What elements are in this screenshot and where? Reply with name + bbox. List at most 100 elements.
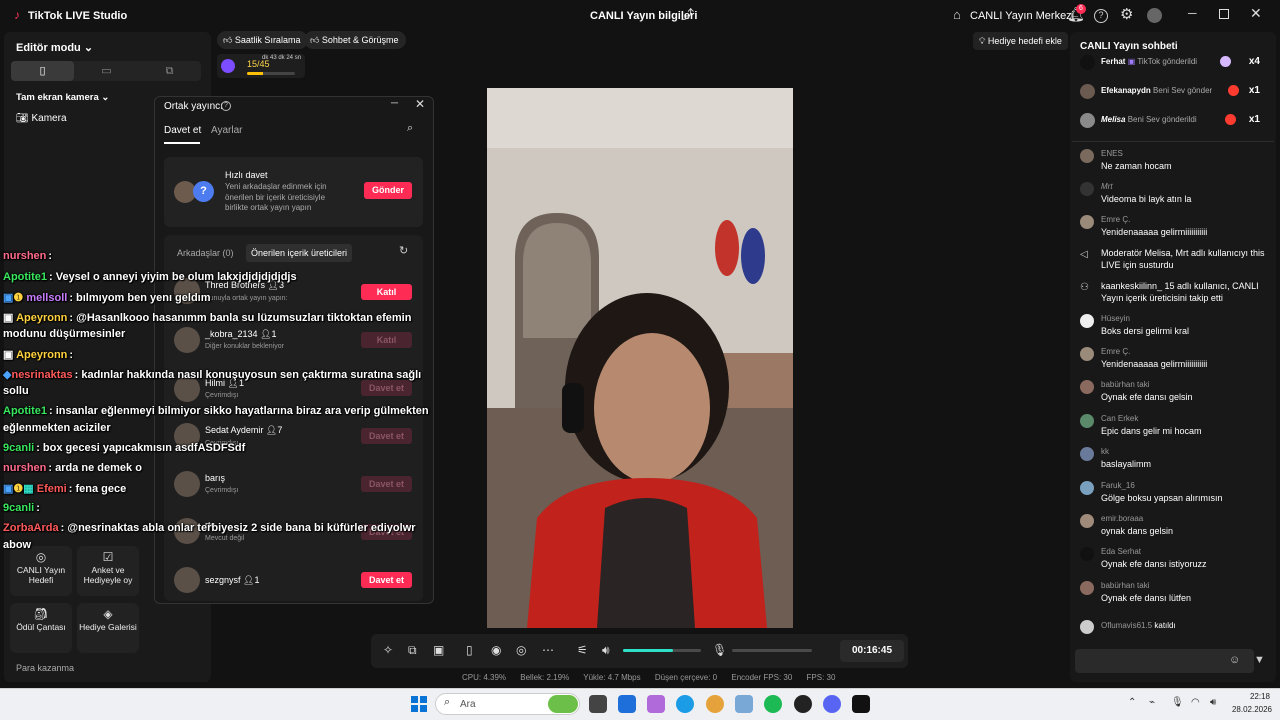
tab-friends[interactable]: Arkadaşlar (0): [177, 248, 234, 258]
search-icon[interactable]: ⌕: [407, 123, 413, 134]
hourly-progress-bar: [247, 72, 295, 75]
portrait-mode-tab[interactable]: ▯: [11, 61, 74, 81]
join-button[interactable]: Katıl: [361, 332, 412, 348]
tiktok-icon[interactable]: [852, 695, 870, 713]
layout-icon[interactable]: ▣: [433, 643, 444, 657]
invite-button[interactable]: Davet et: [361, 428, 412, 444]
settings-app-icon[interactable]: [735, 695, 753, 713]
magic-wand-icon[interactable]: ✧: [383, 643, 393, 657]
close-icon[interactable]: ✕: [1250, 6, 1262, 20]
tab-settings[interactable]: Ayarlar: [211, 125, 243, 136]
maximize-icon[interactable]: [1219, 9, 1229, 19]
close-icon[interactable]: ✕: [415, 98, 425, 110]
badge-icon: ▣: [3, 292, 14, 304]
gear-icon[interactable]: ⚙: [1120, 7, 1133, 22]
screen-share-icon[interactable]: ⧉: [408, 643, 417, 658]
outlook-icon[interactable]: [618, 695, 636, 713]
badge-icon: ▣: [1127, 57, 1136, 66]
gift-message: Melisa Beni Sev gönderildi x1: [1078, 110, 1260, 130]
send-invite-button[interactable]: Gönder: [364, 182, 412, 199]
add-gift-goal-button[interactable]: 💡︎ Hediye hedefi ekle: [973, 32, 1068, 50]
chevron-up-icon[interactable]: ⌃: [1128, 697, 1136, 708]
fullscreen-camera-dropdown[interactable]: Tam ekran kamera ⌄: [16, 92, 109, 103]
follow-icon: ⚇: [1080, 282, 1089, 293]
cohost-name: _kobra_2134 👤︎1: [205, 329, 277, 339]
windows-start-icon[interactable]: [411, 696, 427, 712]
cohost-name: sezgnysf 👤︎1: [205, 575, 260, 585]
fps-stat: FPS: 30: [806, 673, 836, 682]
help-icon[interactable]: ?: [1094, 9, 1108, 23]
microphone-slider[interactable]: [732, 649, 812, 652]
invite-button[interactable]: Davet et: [361, 380, 412, 396]
emoji-icon[interactable]: ☺: [1229, 655, 1240, 666]
hourly-rank-pill[interactable]: 👍︎ Saatlik Sıralama: [217, 31, 309, 49]
overlay-chat-message: ▣ Apeyronn: @Hasanlkooo hasanımm banla s…: [3, 312, 412, 324]
camera-source[interactable]: 📷︎ Kamera: [16, 113, 67, 124]
discord-icon[interactable]: [823, 695, 841, 713]
heart-gift-icon: [1228, 85, 1239, 96]
tab-suggested-creators[interactable]: Önerilen içerik üreticileri: [246, 244, 353, 262]
gift-gallery-tool[interactable]: ◈ Hediye Galerisi: [77, 603, 139, 653]
edge-icon[interactable]: [676, 695, 694, 713]
split-mode-tab[interactable]: ⧉: [138, 61, 201, 81]
chrome-icon[interactable]: [706, 695, 724, 713]
editor-mode-dropdown[interactable]: Editör modu ⌄: [16, 41, 93, 54]
invite-button[interactable]: Davet et: [361, 476, 412, 492]
question-mark-icon: ?: [193, 181, 214, 202]
landscape-mode-tab[interactable]: ▭: [75, 61, 138, 81]
record-icon[interactable]: ◉: [491, 643, 501, 657]
speaker-icon[interactable]: 🔊︎: [1210, 697, 1216, 708]
microphone-icon[interactable]: 🎙︎: [712, 643, 727, 657]
help-icon[interactable]: ?: [221, 101, 231, 111]
adjust-icon[interactable]: ⚟: [577, 643, 588, 657]
spotify-icon[interactable]: [764, 695, 782, 713]
invite-button[interactable]: Davet et: [361, 572, 412, 588]
overlay-chat-message: ZorbaArda: @nesrinaktas abla onlar terbi…: [3, 522, 416, 534]
filter-icon[interactable]: ▼: [1254, 655, 1265, 666]
minimize-icon[interactable]: ─: [1188, 7, 1197, 19]
avatar: [1080, 581, 1094, 595]
minimize-icon[interactable]: ─: [391, 99, 398, 109]
live-goal-tool[interactable]: ◎ CANLI Yayın Hedefi: [10, 546, 72, 596]
level-badge-icon: ❶: [13, 483, 24, 495]
copilot-icon[interactable]: [647, 695, 665, 713]
chat-meet-pill[interactable]: 👍︎ Sohbet & Görüşme: [304, 31, 407, 49]
network-icon[interactable]: ⌁: [1149, 697, 1155, 708]
clock-date[interactable]: 28.02.2026: [1228, 705, 1272, 714]
live-center-button[interactable]: CANLI Yayın Merkezi: [970, 10, 1074, 22]
poll-tool[interactable]: ☑ Anket ve Hediyeyle oy: [77, 546, 139, 596]
avatar: [1080, 620, 1094, 634]
clock-time[interactable]: 22:18: [1240, 692, 1270, 701]
microphone-icon[interactable]: 🎙︎: [1171, 697, 1184, 708]
volume-icon[interactable]: 🔊︎: [602, 643, 610, 658]
home-icon[interactable]: ⌂: [953, 8, 961, 21]
camera-feed-image: [487, 88, 793, 628]
weather-widget-icon[interactable]: [548, 695, 578, 713]
volume-slider[interactable]: [623, 649, 701, 652]
refresh-icon[interactable]: ↻: [399, 246, 408, 257]
gift-message: Ferhat ▣ TikTok gönderildi x4: [1078, 52, 1260, 72]
join-button[interactable]: Katıl: [361, 284, 412, 300]
capture-icon[interactable]: ◎: [516, 643, 526, 657]
more-icon[interactable]: ⋯: [542, 643, 554, 657]
app-title: TikTok LIVE Studio: [28, 10, 128, 22]
avatar: [1080, 149, 1094, 163]
overlay-chat-message: Apotite1: Veysel o anneyi yiyim be olum …: [3, 271, 297, 283]
phone-icon[interactable]: ▯: [466, 643, 473, 657]
gift-icon: [1220, 56, 1231, 67]
reward-bag-tool[interactable]: 🎒︎ Ödül Çantası: [10, 603, 72, 653]
hourly-progress-fill: [247, 72, 263, 75]
volume-fill: [623, 649, 673, 652]
wifi-icon[interactable]: ◠: [1191, 697, 1200, 708]
heart-gift-icon: [1225, 114, 1236, 125]
share-icon[interactable]: ⤴: [681, 8, 694, 21]
chat-input[interactable]: [1075, 649, 1254, 673]
poll-icon: ☑: [102, 550, 114, 564]
app-icon[interactable]: [794, 695, 812, 713]
tab-invite[interactable]: Davet et: [164, 125, 201, 136]
file-explorer-icon[interactable]: [589, 695, 607, 713]
encoder-fps-stat: Encoder FPS: 30: [731, 673, 793, 682]
mute-icon: ◁: [1080, 249, 1088, 260]
profile-avatar[interactable]: [1147, 8, 1162, 23]
chat-title: CANLI Yayın sohbeti: [1080, 41, 1178, 52]
